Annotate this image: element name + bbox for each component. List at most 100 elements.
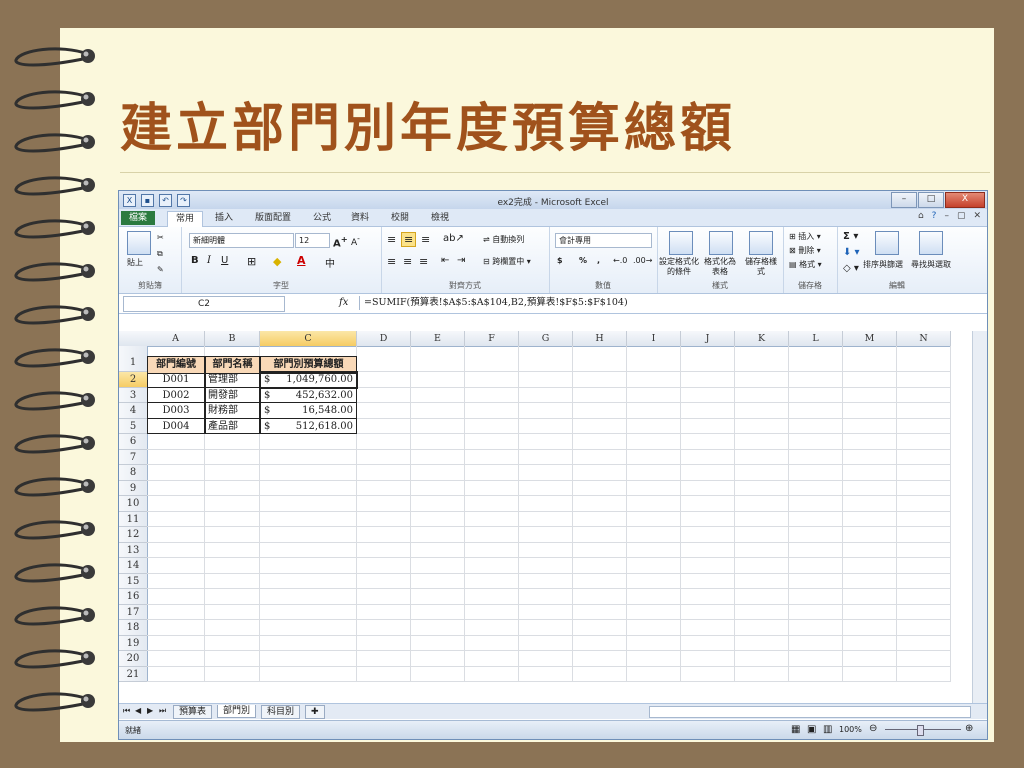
- phonetic-icon[interactable]: 中: [325, 255, 335, 270]
- department-id-cell[interactable]: D002: [147, 387, 205, 403]
- department-budget-cell[interactable]: 1,049,760.00: [259, 371, 358, 389]
- insert-cells-button[interactable]: ⊞ 插入 ▾: [789, 231, 821, 242]
- zoom-level[interactable]: 100%: [839, 725, 862, 734]
- orientation-icon[interactable]: ab↗: [443, 233, 464, 244]
- sheet-nav-prev-icon[interactable]: ◀: [135, 706, 141, 715]
- column-header-i[interactable]: I: [627, 331, 681, 347]
- wrap-text-button[interactable]: ⇌ 自動換列: [483, 234, 524, 245]
- bold-button[interactable]: B: [191, 255, 199, 266]
- increase-decimal-icon[interactable]: ←.0: [613, 256, 627, 265]
- workbook-close-icon[interactable]: ✕: [973, 211, 981, 221]
- sheet-tab-department[interactable]: 部門別: [217, 705, 257, 718]
- row-header-15[interactable]: 15: [119, 573, 148, 589]
- tab-insert[interactable]: 插入: [207, 211, 241, 225]
- sheet-nav-first-icon[interactable]: ⏮: [123, 706, 130, 716]
- paste-button[interactable]: 貼上: [127, 257, 143, 268]
- number-format-combo[interactable]: 會計專用: [555, 233, 652, 248]
- department-name-cell[interactable]: 財務部: [205, 403, 260, 419]
- row-header-8[interactable]: 8: [119, 465, 148, 481]
- sheet-nav-next-icon[interactable]: ▶: [147, 706, 153, 715]
- align-center-icon[interactable]: ≡: [403, 255, 412, 268]
- row-header-18[interactable]: 18: [119, 620, 148, 636]
- underline-button[interactable]: U: [221, 255, 228, 266]
- department-name-cell[interactable]: 產品部: [205, 418, 260, 434]
- fill-icon[interactable]: ⬇ ▾: [843, 247, 860, 258]
- row-header-1[interactable]: 1: [119, 346, 148, 372]
- format-as-table-icon[interactable]: [709, 231, 733, 255]
- close-button[interactable]: X: [945, 192, 985, 208]
- fill-color-icon[interactable]: ◆: [273, 255, 281, 268]
- department-id-cell[interactable]: D001: [147, 372, 205, 388]
- ribbon-collapse-icon[interactable]: ⌂: [918, 211, 924, 221]
- grow-font-icon[interactable]: A+: [333, 234, 348, 249]
- decrease-decimal-icon[interactable]: .00→: [633, 256, 652, 265]
- currency-button[interactable]: $: [557, 256, 563, 265]
- font-name-combo[interactable]: 新細明體: [189, 233, 294, 248]
- align-middle-icon[interactable]: ≡: [401, 232, 417, 247]
- horizontal-scrollbar[interactable]: [649, 706, 971, 718]
- sheet-tab-account[interactable]: 科目別: [261, 705, 301, 719]
- row-header-19[interactable]: 19: [119, 635, 148, 651]
- sheet-nav-last-icon[interactable]: ⏭: [159, 706, 166, 716]
- align-left-icon[interactable]: ≡: [387, 255, 396, 268]
- row-header-14[interactable]: 14: [119, 558, 148, 574]
- row-header-3[interactable]: 3: [119, 387, 148, 403]
- shrink-font-icon[interactable]: A-: [351, 234, 360, 248]
- tab-view[interactable]: 檢視: [423, 211, 457, 225]
- tab-page-layout[interactable]: 版面配置: [247, 211, 299, 225]
- delete-cells-button[interactable]: ⊠ 刪除 ▾: [789, 245, 821, 256]
- row-header-21[interactable]: 21: [119, 666, 148, 682]
- row-header-4[interactable]: 4: [119, 403, 148, 419]
- insert-function-button[interactable]: fx: [339, 297, 348, 308]
- name-box[interactable]: C2: [123, 296, 285, 312]
- insert-sheet-button[interactable]: ✚: [305, 705, 325, 719]
- select-all-corner[interactable]: [119, 331, 148, 347]
- conditional-format-button[interactable]: 設定格式化的條件: [659, 257, 699, 277]
- row-header-20[interactable]: 20: [119, 651, 148, 667]
- format-cells-button[interactable]: ▤ 格式 ▾: [789, 259, 822, 270]
- row-header-9[interactable]: 9: [119, 480, 148, 496]
- autosum-icon[interactable]: Σ ▾: [843, 231, 858, 242]
- row-header-12[interactable]: 12: [119, 527, 148, 543]
- merge-center-button[interactable]: ⊟ 跨欄置中 ▾: [483, 256, 531, 267]
- vertical-scrollbar[interactable]: [972, 331, 987, 703]
- column-header-d[interactable]: D: [357, 331, 411, 347]
- row-header-2[interactable]: 2: [119, 372, 148, 388]
- row-header-16[interactable]: 16: [119, 589, 148, 605]
- zoom-slider-handle[interactable]: [917, 725, 924, 736]
- align-top-icon[interactable]: ≡: [387, 233, 396, 246]
- minimize-button[interactable]: –: [891, 192, 917, 208]
- comma-button[interactable]: ,: [597, 256, 600, 265]
- column-header-k[interactable]: K: [735, 331, 789, 347]
- department-name-cell[interactable]: 開發部: [205, 387, 260, 403]
- column-header-g[interactable]: G: [519, 331, 573, 347]
- zoom-in-icon[interactable]: ⊕: [965, 723, 973, 734]
- row-header-5[interactable]: 5: [119, 418, 148, 434]
- workbook-restore-icon[interactable]: ▢: [957, 211, 966, 221]
- sort-filter-button[interactable]: 排序與篩選: [863, 259, 903, 270]
- font-color-icon[interactable]: A: [297, 254, 306, 267]
- department-name-cell[interactable]: 管理部: [205, 372, 260, 388]
- column-header-c[interactable]: C: [260, 331, 357, 347]
- italic-button[interactable]: I: [207, 255, 211, 266]
- column-header-e[interactable]: E: [411, 331, 465, 347]
- department-id-cell[interactable]: D003: [147, 403, 205, 419]
- tab-home[interactable]: 常用: [167, 211, 204, 227]
- tab-file[interactable]: 檔案: [121, 211, 156, 225]
- column-header-l[interactable]: L: [789, 331, 843, 347]
- paste-icon[interactable]: [127, 231, 151, 255]
- format-as-table-button[interactable]: 格式化為表格: [701, 257, 739, 277]
- increase-indent-icon[interactable]: ⇥: [457, 255, 465, 266]
- column-header-h[interactable]: H: [573, 331, 627, 347]
- borders-icon[interactable]: ⊞: [247, 255, 256, 268]
- find-select-button[interactable]: 尋找與選取: [911, 259, 951, 270]
- help-icon[interactable]: ?: [932, 211, 937, 221]
- worksheet-grid[interactable]: A B C D E F G H I J K L M N 1 2 3 4 5 6 7 8 9 10 11 12 13 14 15 16 17 1…: [119, 331, 971, 703]
- department-budget-cell[interactable]: 512,618.00: [260, 418, 357, 434]
- row-header-6[interactable]: 6: [119, 434, 148, 450]
- row-header-7[interactable]: 7: [119, 449, 148, 465]
- column-header-a[interactable]: A: [147, 331, 205, 347]
- workbook-minimize-icon[interactable]: –: [944, 211, 949, 221]
- tab-review[interactable]: 校閱: [383, 211, 417, 225]
- zoom-out-icon[interactable]: ⊖: [869, 723, 877, 734]
